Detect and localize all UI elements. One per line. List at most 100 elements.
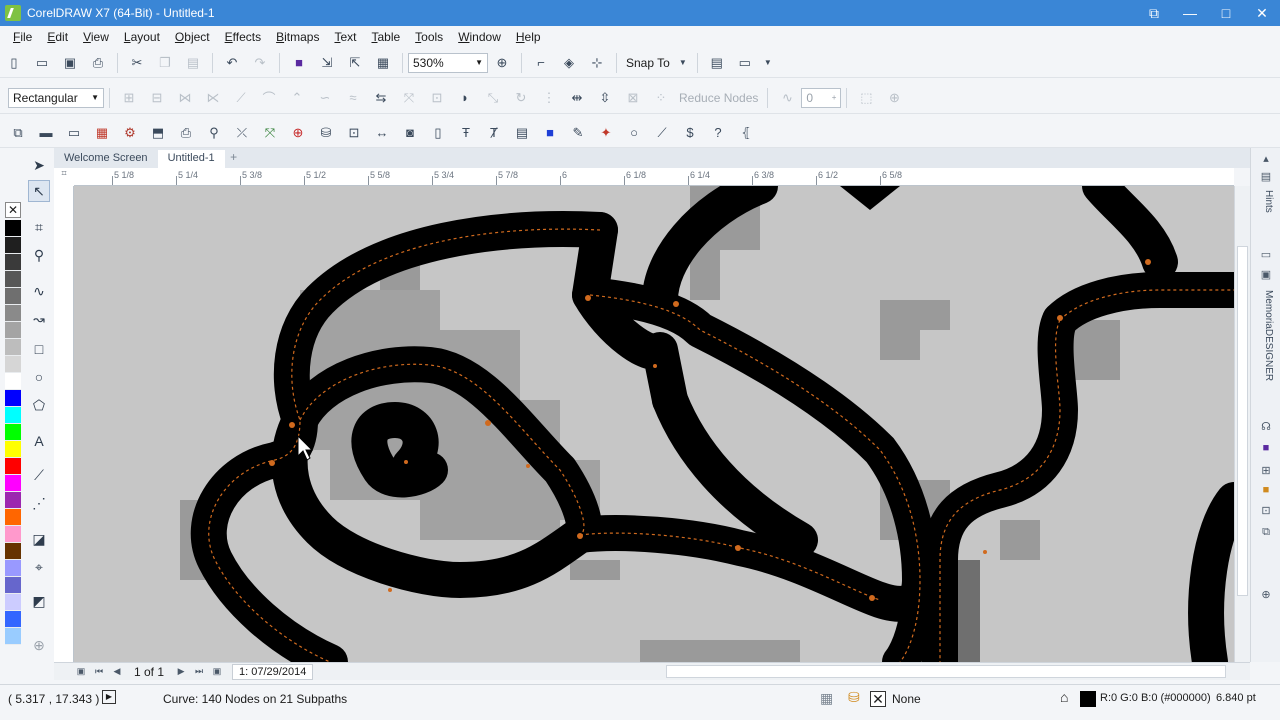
eyedropper-tool-icon[interactable]: ⌖	[28, 556, 50, 578]
extend-curve-icon[interactable]: ⤧	[399, 88, 419, 108]
smooth-node-icon[interactable]: ∽	[315, 88, 335, 108]
palette-swatch[interactable]	[5, 509, 21, 526]
last-page-icon[interactable]: ⏭	[192, 666, 206, 677]
restore-down-button[interactable]: ⧉	[1136, 0, 1172, 26]
palette-swatch[interactable]	[5, 526, 21, 543]
palette-swatch[interactable]	[5, 390, 21, 407]
snap-icon[interactable]: ▦	[820, 690, 833, 707]
new-tab-icon[interactable]: +	[225, 150, 243, 168]
knife-icon[interactable]: ⟋	[652, 123, 672, 143]
cut-icon[interactable]: ✂	[127, 53, 147, 73]
docker-scroll-icon[interactable]: ▭	[1258, 248, 1274, 264]
docker-tab-memoriadesigner[interactable]: MemoriaDESIGNER	[1258, 290, 1274, 381]
menu-file[interactable]: File	[13, 30, 32, 44]
fire-icon[interactable]: ✦	[596, 123, 616, 143]
copy-object-icon[interactable]: ⧉	[8, 123, 28, 143]
arrow-both-icon[interactable]: ↔	[372, 123, 392, 143]
menu-effects[interactable]: Effects	[225, 30, 261, 44]
palette-swatch[interactable]	[5, 611, 21, 628]
page-layout-icon[interactable]: ▭	[64, 123, 84, 143]
menu-help[interactable]: Help	[516, 30, 541, 44]
text-fit-icon[interactable]: Ŧ	[456, 123, 476, 143]
new-document-icon[interactable]: ▯	[4, 53, 24, 73]
bucket-icon[interactable]: ⛁	[316, 123, 336, 143]
page-icon[interactable]: ▯	[428, 123, 448, 143]
insert-page-before-icon[interactable]: ▣	[74, 666, 88, 677]
open-icon[interactable]: ▭	[32, 53, 52, 73]
artistic-media-icon[interactable]: ↝	[28, 308, 50, 330]
macro-icon[interactable]: ⚙	[120, 123, 140, 143]
palette-swatch[interactable]	[5, 271, 21, 288]
palette-swatch[interactable]	[5, 424, 21, 441]
stamp-icon[interactable]: ⬒	[148, 123, 168, 143]
polygon-tool-icon[interactable]: ⬠	[28, 394, 50, 416]
show-rulers-icon[interactable]: ⌐	[531, 53, 551, 73]
select-bounding-box-icon[interactable]: ⬚	[856, 88, 876, 108]
drawing-canvas[interactable]	[74, 186, 1234, 662]
brush-icon[interactable]: ✎	[568, 123, 588, 143]
palette-swatch[interactable]	[5, 560, 21, 577]
mirror-vertical-icon[interactable]: ⇳	[595, 88, 615, 108]
options-icon[interactable]: ▤	[707, 53, 727, 73]
menu-table[interactable]: Table	[371, 30, 400, 44]
connector-tool-icon[interactable]: ⟋	[28, 464, 50, 486]
add-tool-icon[interactable]: ⊕	[28, 634, 50, 656]
circle-icon[interactable]: ○	[624, 123, 644, 143]
join-nodes-icon[interactable]: ⋈	[175, 88, 195, 108]
save-icon[interactable]: ▣	[60, 53, 80, 73]
shape-tool-icon[interactable]: ↖	[28, 180, 50, 202]
docker-icon[interactable]: ▣	[1258, 268, 1274, 284]
redo-icon[interactable]: ↷	[250, 53, 270, 73]
symmetrical-node-icon[interactable]: ≈	[343, 88, 363, 108]
vertical-scroll-thumb[interactable]	[1237, 246, 1248, 596]
undo-icon[interactable]: ↶	[222, 53, 242, 73]
minimize-button[interactable]: —	[1172, 0, 1208, 26]
pen-outline-icon[interactable]: ⌂	[1060, 689, 1068, 705]
palette-swatch[interactable]	[5, 220, 21, 237]
palette-swatch[interactable]	[5, 254, 21, 271]
palette-swatch[interactable]	[5, 237, 21, 254]
to-line-icon[interactable]: ⟋	[231, 88, 251, 108]
chevron-down-icon[interactable]: ▼	[678, 53, 688, 73]
palette-swatch[interactable]	[5, 628, 21, 645]
chevron-down-icon[interactable]: ▼	[763, 53, 773, 73]
palette-swatch[interactable]	[5, 407, 21, 424]
menu-layout[interactable]: Layout	[124, 30, 160, 44]
lamp-icon[interactable]: ⚲	[204, 123, 224, 143]
text-size-icon[interactable]: Ⱦ	[484, 123, 504, 143]
palette-swatch[interactable]	[5, 594, 21, 611]
scroll-up-icon[interactable]: ▴	[1258, 152, 1274, 168]
palette-swatch[interactable]	[5, 288, 21, 305]
object-manager-icon[interactable]: ⧉	[1258, 526, 1274, 542]
menu-text[interactable]: Text	[334, 30, 356, 44]
transform-icon[interactable]: ⊡	[1258, 504, 1274, 520]
printer-icon[interactable]: ⎙	[176, 123, 196, 143]
frame-icon[interactable]: ⊡	[344, 123, 364, 143]
add-node-icon[interactable]: ⊞	[119, 88, 139, 108]
ruler-origin[interactable]: ⌗	[54, 168, 74, 186]
vertical-ruler[interactable]	[54, 186, 74, 662]
rotate-nodes-icon[interactable]: ↻	[511, 88, 531, 108]
palette-swatch[interactable]	[5, 577, 21, 594]
blend-tool-icon[interactable]: ⋰	[28, 492, 50, 514]
zoom-level-combo[interactable]: 530% ▼	[408, 52, 488, 73]
blue-square-icon[interactable]: ■	[540, 123, 560, 143]
folder-icon[interactable]: ▬	[36, 123, 56, 143]
crop-tool-icon[interactable]: ⌗	[28, 216, 50, 238]
export-icon[interactable]: ⇱	[345, 53, 365, 73]
palette-swatch[interactable]	[5, 322, 21, 339]
full-screen-preview-icon[interactable]: ⊕	[492, 53, 512, 73]
docker-pin-icon[interactable]: ▤	[1258, 170, 1274, 186]
rectangle-tool-icon[interactable]: □	[28, 338, 50, 360]
reverse-direction-icon[interactable]: ⇆	[371, 88, 391, 108]
first-page-icon[interactable]: ⏮	[92, 666, 106, 677]
transform-icon[interactable]: ⤧	[260, 123, 280, 143]
stretch-nodes-icon[interactable]: ⤡	[483, 88, 503, 108]
previous-page-icon[interactable]: ◀	[110, 666, 124, 677]
text-box-icon[interactable]: ◙	[400, 123, 420, 143]
palette-swatch[interactable]	[5, 339, 21, 356]
selection-mode-combo[interactable]: Rectangular ▼	[8, 87, 104, 108]
dollar-icon[interactable]: $	[680, 123, 700, 143]
pick-tool-icon[interactable]: ➤	[28, 154, 50, 176]
palette-swatch[interactable]	[5, 441, 21, 458]
